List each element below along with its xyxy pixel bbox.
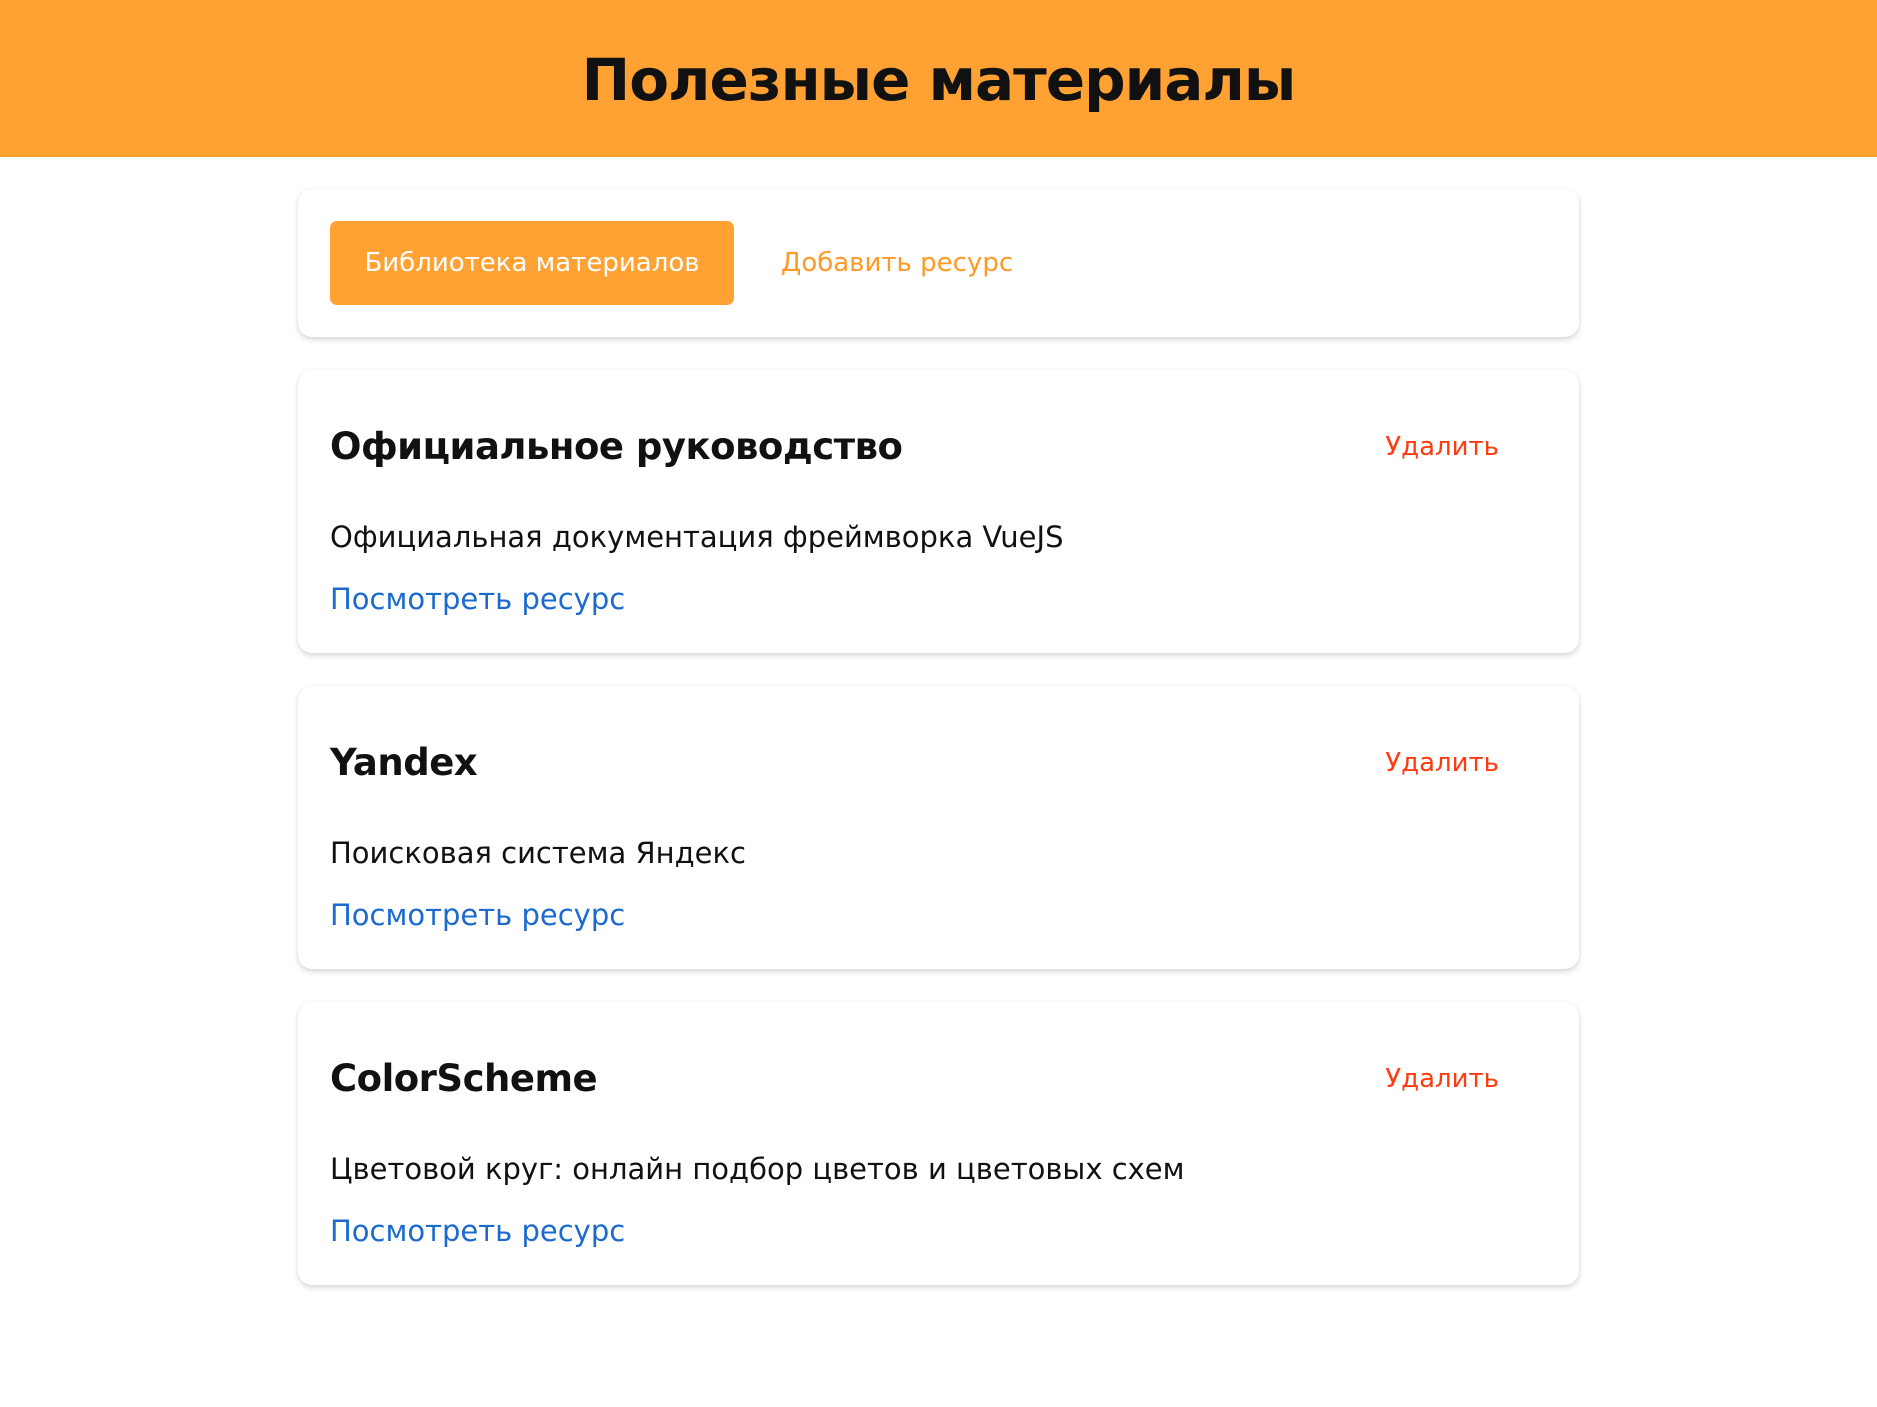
resource-card-colorscheme: ColorScheme Удалить Цветовой круг: онлай…: [298, 1002, 1579, 1285]
delete-resource-link[interactable]: Удалить: [1385, 748, 1499, 778]
resource-description: Поисковая система Яндекс: [330, 836, 746, 870]
navigation-card: Библиотека материалов Добавить ресурс: [298, 189, 1579, 337]
delete-resource-link[interactable]: Удалить: [1385, 432, 1499, 462]
view-resource-link[interactable]: Посмотреть ресурс: [330, 898, 625, 932]
resource-title: ColorScheme: [330, 1057, 598, 1100]
resource-description: Цветовой круг: онлайн подбор цветов и цв…: [330, 1152, 1185, 1186]
resource-card-yandex: Yandex Удалить Поисковая система Яндекс …: [298, 686, 1579, 969]
view-resource-link[interactable]: Посмотреть ресурс: [330, 582, 625, 616]
resource-title: Yandex: [330, 741, 478, 784]
page-title: Полезные материалы: [581, 45, 1297, 114]
resource-title: Официальное руководство: [330, 425, 903, 468]
page-header: Полезные материалы: [0, 0, 1877, 157]
resource-card-official-guide: Официальное руководство Удалить Официаль…: [298, 370, 1579, 653]
resource-description: Официальная документация фреймворка VueJ…: [330, 520, 1064, 554]
delete-resource-link[interactable]: Удалить: [1385, 1064, 1499, 1094]
main-content: Библиотека материалов Добавить ресурс Оф…: [298, 189, 1579, 1285]
library-tab-button[interactable]: Библиотека материалов: [330, 221, 734, 305]
view-resource-link[interactable]: Посмотреть ресурс: [330, 1214, 625, 1248]
add-resource-link[interactable]: Добавить ресурс: [781, 248, 1013, 278]
